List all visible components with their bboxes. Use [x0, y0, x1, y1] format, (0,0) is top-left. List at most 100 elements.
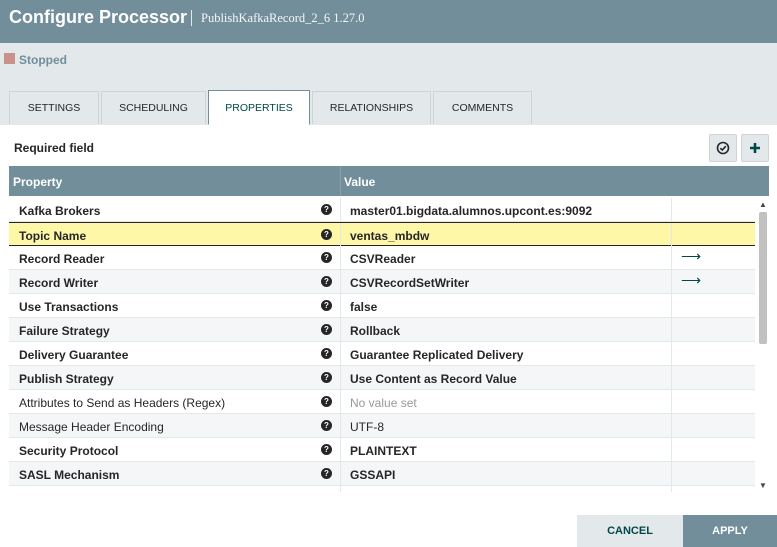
table-row[interactable]: Attributes to Send as Headers (Regex)? No… — [9, 390, 755, 414]
cell-divider — [671, 246, 672, 270]
cell-divider — [671, 294, 672, 318]
property-name: Failure Strategy — [19, 324, 110, 338]
processor-type: PublishKafkaRecord_2_6 1.27.0 — [201, 11, 365, 25]
verify-button[interactable] — [709, 134, 737, 162]
property-name: Delivery Guarantee — [19, 348, 129, 362]
scroll-up-icon[interactable]: ▲ — [759, 200, 767, 209]
property-value[interactable]: CSVRecordSetWriter — [350, 276, 469, 290]
property-value[interactable]: ventas_mbdw — [350, 229, 429, 243]
tab-comments[interactable]: COMMENTS — [433, 91, 532, 124]
apply-button[interactable]: APPLY — [683, 515, 777, 547]
table-row[interactable]: SASL Mechanism? GSSAPI — [9, 462, 755, 486]
tab-bar: SETTINGS SCHEDULING PROPERTIES RELATIONS… — [0, 74, 777, 125]
property-value[interactable]: Guarantee Replicated Delivery — [350, 348, 523, 362]
table-scrollbar[interactable]: ▲ ▼ — [757, 198, 769, 492]
help-icon[interactable]: ? — [321, 229, 332, 240]
property-value[interactable]: PLAINTEXT — [350, 444, 417, 458]
table-row[interactable]: Failure Strategy? Rollback — [9, 318, 755, 342]
scroll-down-icon[interactable]: ▼ — [759, 481, 767, 490]
cell-divider — [671, 462, 672, 486]
status-label: Stopped — [19, 53, 67, 67]
property-value[interactable]: false — [350, 300, 377, 314]
property-name: Publish Strategy — [19, 372, 114, 386]
tab-settings[interactable]: SETTINGS — [9, 91, 99, 124]
property-value[interactable]: No value set — [350, 396, 417, 410]
property-column-header[interactable]: Property — [13, 175, 62, 189]
cell-divider — [340, 366, 341, 390]
cell-divider — [671, 270, 672, 294]
table-row[interactable]: Message Header Encoding? UTF-8 — [9, 414, 755, 438]
property-value[interactable]: Rollback — [350, 324, 400, 338]
cell-divider — [340, 318, 341, 342]
property-value[interactable]: CSVReader — [350, 252, 415, 266]
table-row[interactable]: Security Protocol? PLAINTEXT — [9, 438, 755, 462]
table-row[interactable]: Use Transactions? false — [9, 294, 755, 318]
help-icon[interactable]: ? — [321, 252, 332, 263]
cell-divider — [671, 318, 672, 342]
stopped-icon — [4, 53, 15, 64]
cell-divider — [340, 486, 341, 492]
table-row[interactable]: Record Writer? CSVRecordSetWriter ⟶ — [9, 270, 755, 294]
status-bar: Stopped — [0, 43, 777, 74]
property-name: Use Transactions — [19, 300, 119, 314]
property-name: Attributes to Send as Headers (Regex) — [19, 396, 226, 410]
table-row[interactable]: Delivery Guarantee? Guarantee Replicated … — [9, 342, 755, 366]
dialog-title: Configure Processor — [9, 7, 188, 27]
cell-divider — [340, 414, 341, 438]
cell-divider — [671, 223, 672, 247]
properties-table-body: Kafka Brokers? master01.bigdata.alumnos.u… — [9, 198, 755, 492]
value-column-header[interactable]: Value — [344, 175, 375, 189]
cell-divider — [340, 438, 341, 462]
title-separator — [191, 10, 192, 26]
table-row[interactable]: Record Reader? CSVReader ⟶ — [9, 246, 755, 270]
help-icon[interactable]: ? — [321, 468, 332, 479]
cell-divider — [340, 198, 341, 222]
property-name: Kafka Brokers — [19, 204, 101, 218]
help-icon[interactable]: ? — [321, 444, 332, 455]
property-name: Security Protocol — [19, 444, 119, 458]
property-value[interactable]: UTF-8 — [350, 420, 384, 434]
property-value[interactable]: Use Content as Record Value — [350, 372, 517, 386]
dialog-header: Configure Processor PublishKafkaRecord_2… — [0, 0, 777, 43]
add-property-button[interactable] — [741, 134, 769, 162]
go-to-service-icon[interactable]: ⟶ — [681, 248, 701, 265]
table-row[interactable]: Publish Strategy? Use Content as Record V… — [9, 366, 755, 390]
help-icon[interactable]: ? — [321, 276, 332, 287]
plus-icon — [750, 143, 760, 153]
help-icon[interactable]: ? — [321, 348, 332, 359]
help-icon[interactable]: ? — [321, 372, 332, 383]
property-name: Topic Name — [19, 229, 87, 243]
property-name: Message Header Encoding — [19, 420, 164, 434]
header-divider — [340, 166, 341, 196]
cell-divider — [671, 414, 672, 438]
cell-divider — [340, 246, 341, 270]
property-value[interactable]: master01.bigdata.alumnos.upcont.es:9092 — [350, 204, 592, 218]
check-circle-icon — [716, 141, 730, 155]
table-row[interactable]: Kafka Brokers? master01.bigdata.alumnos.u… — [9, 198, 755, 222]
property-value[interactable]: GSSAPI — [350, 468, 395, 482]
go-to-service-icon[interactable]: ⟶ — [681, 272, 701, 289]
scroll-thumb[interactable] — [759, 212, 767, 344]
required-field-label: Required field — [14, 141, 95, 155]
tab-relationships[interactable]: RELATIONSHIPS — [312, 91, 431, 124]
cell-divider — [671, 198, 672, 222]
cell-divider — [340, 294, 341, 318]
table-row[interactable]: Topic Name? ventas_mbdw — [9, 222, 755, 247]
table-row[interactable]: Kerberos Credentials Service?No value se… — [9, 486, 755, 492]
cell-divider — [340, 390, 341, 414]
help-icon[interactable]: ? — [321, 420, 332, 431]
cell-divider — [671, 486, 672, 492]
cell-divider — [671, 438, 672, 462]
cancel-button[interactable]: CANCEL — [577, 515, 683, 547]
cell-divider — [671, 342, 672, 366]
help-icon[interactable]: ? — [321, 396, 332, 407]
tab-properties[interactable]: PROPERTIES — [208, 90, 310, 125]
property-name: Record Reader — [19, 252, 105, 266]
help-icon[interactable]: ? — [321, 324, 332, 335]
help-icon[interactable]: ? — [321, 204, 332, 215]
help-icon[interactable]: ? — [321, 300, 332, 311]
properties-table-header: Property Value — [9, 166, 769, 196]
tab-scheduling[interactable]: SCHEDULING — [101, 91, 206, 124]
cell-divider — [340, 223, 341, 247]
property-name: Record Writer — [19, 276, 99, 290]
